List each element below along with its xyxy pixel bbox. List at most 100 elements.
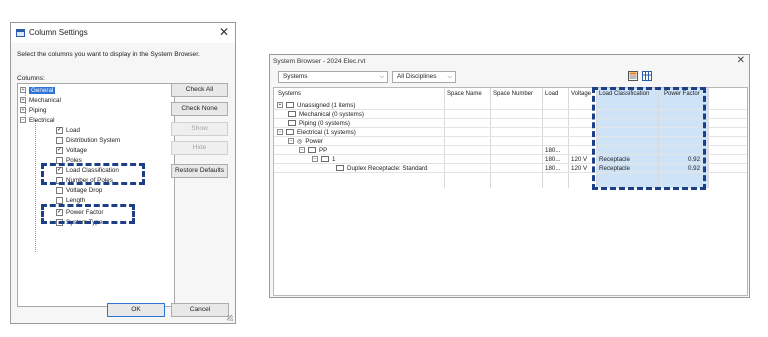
view-select[interactable]: Systems ⌵: [278, 71, 388, 83]
check-none-button[interactable]: Check None: [171, 102, 228, 116]
column-item-number-of-poles[interactable]: Number of Poles: [56, 176, 113, 186]
system-name: Piping (0 systems): [299, 120, 350, 127]
close-icon[interactable]: ✕: [219, 25, 229, 39]
system-name: Unassigned (1 items): [297, 102, 356, 109]
systems-grid[interactable]: Systems Space Name Space Number Load Vol…: [273, 87, 748, 296]
row-label: Mechanical (0 systems): [288, 110, 364, 119]
column-header-voltage[interactable]: Voltage: [571, 91, 591, 97]
tree-group-mechanical[interactable]: + Mechanical: [20, 96, 61, 106]
expand-icon[interactable]: +: [20, 107, 26, 114]
load-value: 180...: [545, 156, 561, 163]
checkbox-unchecked[interactable]: [56, 186, 63, 194]
tree-group-electrical[interactable]: − Electrical: [20, 116, 55, 126]
checkbox-checked[interactable]: ✓: [56, 146, 63, 154]
system-name: Mechanical (0 systems): [299, 111, 364, 118]
table-row[interactable]: + Unassigned (1 items): [274, 101, 747, 110]
system-name: Electrical (1 systems): [297, 129, 356, 136]
checkbox-checked[interactable]: ✓: [56, 166, 63, 174]
collapse-icon[interactable]: −: [312, 156, 318, 163]
voltage-value: 120 V: [571, 156, 588, 163]
restore-defaults-button[interactable]: Restore Defaults: [171, 164, 228, 178]
row-label: Piping (0 systems): [288, 119, 350, 128]
system-browser-window: System Browser - 2024 Elec.rvt ✕ Systems…: [269, 54, 750, 298]
checkbox-unchecked[interactable]: [56, 196, 63, 204]
column-header-space-number[interactable]: Space Number: [493, 91, 533, 97]
piping-system-icon: [288, 120, 296, 127]
receptacle-icon: [336, 165, 344, 172]
dialog-instruction: Select the columns you want to display i…: [17, 51, 200, 58]
columns-tree[interactable]: + General + Mechanical + Piping − Electrical…: [17, 83, 175, 307]
expand-icon[interactable]: +: [277, 102, 283, 109]
column-item-length[interactable]: Length: [56, 196, 85, 206]
mechanical-system-icon: [288, 111, 296, 118]
system-name: PP: [319, 147, 328, 154]
table-row[interactable]: Mechanical (0 systems): [274, 110, 747, 119]
chevron-down-icon: ⌵: [447, 74, 452, 80]
column-header-space-name[interactable]: Space Name: [447, 91, 482, 97]
column-item-load[interactable]: ✓ Load: [56, 126, 80, 136]
column-header-load[interactable]: Load: [545, 91, 558, 97]
hide-button[interactable]: Hide: [171, 141, 228, 155]
collapse-icon[interactable]: −: [20, 117, 26, 124]
expand-icon[interactable]: +: [20, 87, 26, 94]
table-row[interactable]: −1 180... 120 V Receptacle 0.92: [274, 155, 747, 164]
check-all-button[interactable]: Check All: [171, 83, 228, 97]
row-label: −1: [312, 155, 335, 164]
table-row[interactable]: − PP 180...: [274, 146, 747, 155]
grid-view-icon[interactable]: [642, 71, 652, 81]
tree-guide-line: [35, 120, 36, 252]
folder-icon: [286, 102, 294, 109]
checkbox-unchecked[interactable]: [56, 218, 63, 226]
circuit-icon: [321, 156, 329, 163]
table-row[interactable]: − Electrical (1 systems): [274, 128, 747, 137]
resize-grip-icon[interactable]: [227, 315, 233, 321]
row-label: − PP: [299, 146, 327, 155]
show-button[interactable]: Show: [171, 122, 228, 136]
checkbox-unchecked[interactable]: [56, 176, 63, 184]
column-item-power-factor[interactable]: ✓ Power Factor: [56, 208, 103, 218]
collapse-icon[interactable]: −: [288, 138, 294, 145]
checkbox-checked[interactable]: ✓: [56, 208, 63, 216]
column-item-load-classification[interactable]: ✓ Load Classification: [56, 166, 119, 176]
checkbox-unchecked[interactable]: [56, 156, 63, 164]
discipline-select[interactable]: All Disciplines ⌵: [392, 71, 456, 83]
row-label: Duplex Receptacle: Standard: [336, 164, 428, 173]
collapse-icon[interactable]: −: [299, 147, 305, 154]
column-item-distribution-system[interactable]: Distribution System: [56, 136, 120, 146]
classification-value: Receptacle: [599, 156, 630, 163]
table-row[interactable]: Duplex Receptacle: Standard 180... 120 V…: [274, 164, 747, 173]
system-name: 1: [332, 156, 336, 163]
dialog-title: Column Settings: [29, 28, 88, 37]
tree-group-piping[interactable]: + Piping: [20, 106, 47, 116]
column-header-systems[interactable]: Systems: [278, 91, 301, 97]
power-icon: ◎: [297, 138, 303, 145]
columns-label: Columns:: [17, 75, 45, 82]
voltage-value: 120 V: [571, 165, 588, 172]
column-item-voltage[interactable]: ✓ Voltage: [56, 146, 87, 156]
system-name: Duplex Receptacle: Standard: [347, 165, 428, 172]
tree-group-general[interactable]: + General: [20, 86, 56, 96]
column-header-power-factor[interactable]: Power Factor: [664, 91, 700, 97]
electrical-system-icon: [286, 129, 294, 136]
column-settings-icon[interactable]: [628, 71, 638, 81]
browser-title: System Browser - 2024 Elec.rvt: [273, 58, 366, 65]
column-item-system-type[interactable]: System Type: [56, 218, 102, 228]
collapse-icon[interactable]: −: [277, 129, 283, 136]
column-item-voltage-drop[interactable]: Voltage Drop: [56, 186, 102, 196]
column-item-poles[interactable]: Poles: [56, 156, 82, 166]
table-row[interactable]: Piping (0 systems): [274, 119, 747, 128]
power-factor-value: 0.92: [688, 165, 701, 172]
column-header-load-classification[interactable]: Load Classification: [599, 91, 649, 97]
ok-button[interactable]: OK: [107, 303, 165, 317]
column-settings-dialog: Column Settings ✕ Select the columns you…: [10, 22, 236, 324]
table-row[interactable]: − ◎ Power: [274, 137, 747, 146]
dialog-title-bar: Column Settings ✕: [11, 23, 235, 43]
expand-icon[interactable]: +: [20, 97, 26, 104]
checkbox-unchecked[interactable]: [56, 136, 63, 144]
checkbox-checked[interactable]: ✓: [56, 126, 63, 134]
cancel-button[interactable]: Cancel: [171, 303, 229, 317]
close-icon[interactable]: ✕: [737, 55, 745, 66]
row-label: − Electrical (1 systems): [277, 128, 356, 137]
load-value: 180...: [545, 147, 561, 154]
chevron-down-icon: ⌵: [379, 74, 384, 80]
